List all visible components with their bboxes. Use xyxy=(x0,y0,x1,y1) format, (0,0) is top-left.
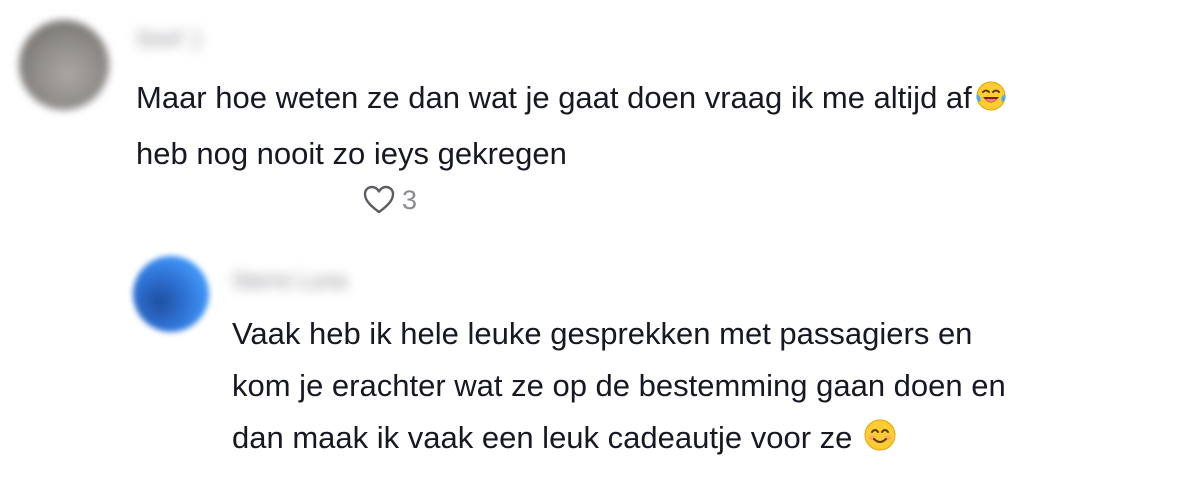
comment-line: Maar hoe weten ze dan wat je gaat doen v… xyxy=(136,80,972,115)
comment-line: heb nog nooit zo ieys gekregen xyxy=(136,136,567,171)
reply-text: Vaak heb ik hele leuke gesprekken met pa… xyxy=(232,308,1162,468)
reply-line: dan maak ik vaak een leuk cadeautje voor… xyxy=(232,420,853,455)
reply-line: Vaak heb ik hele leuke gesprekken met pa… xyxy=(232,316,973,351)
avatar[interactable] xyxy=(19,20,109,110)
heart-icon[interactable] xyxy=(362,183,396,217)
comment-text: Maar hoe weten ze dan wat je gaat doen v… xyxy=(136,72,1146,180)
comment-thread: Soof :) Maar hoe weten ze dan wat je gaa… xyxy=(0,0,1178,482)
like-count: 3 xyxy=(402,185,418,215)
like-button[interactable]: 3 xyxy=(362,180,417,220)
reply-line: kom je erachter wat ze op de bestemming … xyxy=(232,368,1006,403)
reply-avatar[interactable] xyxy=(133,256,209,332)
reply-author-name[interactable]: Sterre Luna xyxy=(232,268,347,294)
smiling-face-icon xyxy=(863,416,897,468)
comment-author-name[interactable]: Soof :) xyxy=(136,26,201,52)
face-with-tears-of-joy-icon xyxy=(974,76,1008,128)
